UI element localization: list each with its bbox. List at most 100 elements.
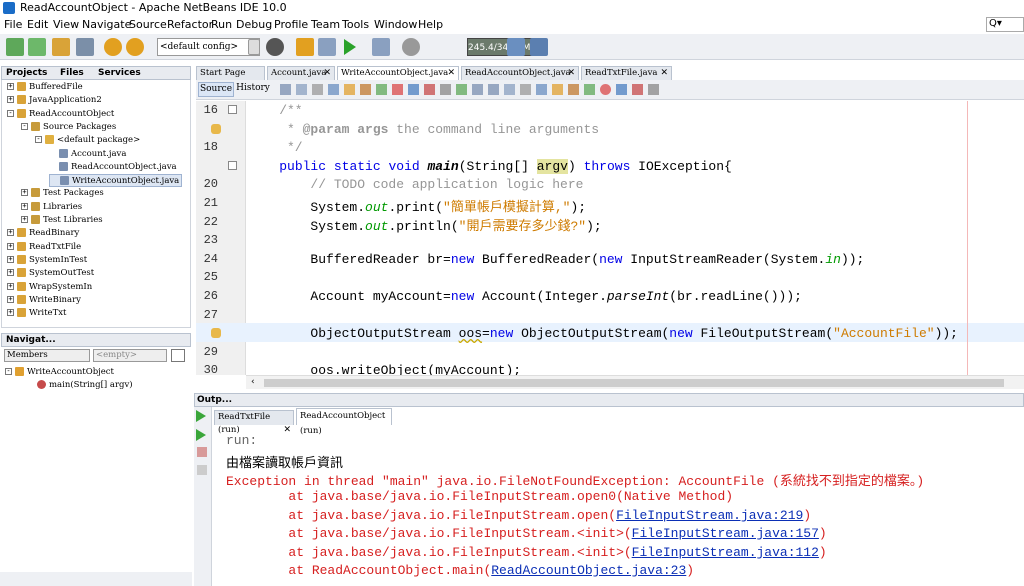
tab-files[interactable]: Files [60,68,84,78]
stack-link[interactable]: FileInputStream.java:157 [632,526,819,541]
code-line[interactable]: */ [248,140,303,155]
save-all-icon[interactable] [76,38,94,56]
source-tab[interactable]: Source [198,82,234,97]
editor-tool-icon[interactable] [568,84,579,95]
code-line[interactable]: ObjectOutputStream oos=new ObjectOutputS… [248,326,958,341]
quick-search-input[interactable]: Q▾ [986,17,1024,32]
tree-item[interactable]: ReadAccountObject.java [49,161,177,174]
tree-item[interactable]: + Libraries [21,201,82,214]
tree-item[interactable]: + ReadBinary [7,227,79,240]
editor-tool-icon[interactable] [632,84,643,95]
code-line[interactable]: System.out.print("簡單帳戶模擬計算,"); [248,196,586,215]
expand-toggle-icon[interactable]: + [7,309,14,317]
code-line[interactable]: Account myAccount=new Account(Integer.pa… [248,289,802,304]
editor-tool-icon[interactable] [552,84,563,95]
editor-tool-icon[interactable] [360,84,371,95]
menu-file[interactable]: File [4,18,22,31]
editor-tool-icon[interactable] [472,84,483,95]
editor-tool-icon[interactable] [296,84,307,95]
tree-item[interactable]: - ReadAccountObject [7,108,114,121]
tree-item[interactable]: + JavaApplication2 [7,94,102,107]
build-icon[interactable] [296,38,314,56]
expand-toggle-icon[interactable]: - [21,122,28,130]
tree-item[interactable]: + SystemOutTest [7,267,94,280]
code-line[interactable]: public static void main(String[] argv) t… [248,158,732,174]
code-line[interactable]: * @param args the command line arguments [248,122,599,137]
expand-toggle-icon[interactable]: + [21,189,28,197]
fold-toggle-icon[interactable] [228,105,237,114]
tree-item[interactable]: Account.java [49,148,126,161]
menu-team[interactable]: Team [311,18,340,31]
profile-ide-icon[interactable] [530,38,548,56]
expand-toggle-icon[interactable]: + [7,229,14,237]
output-tab-readtxtfile[interactable]: ReadTxtFile (run) ✕ [214,410,294,435]
redo-icon[interactable] [126,38,144,56]
profile-icon[interactable] [402,38,420,56]
config-select[interactable]: <default config> [157,38,260,56]
expand-toggle-icon[interactable]: + [7,269,14,277]
tab-services[interactable]: Services [98,68,141,78]
tree-item[interactable]: + Test Packages [21,187,104,200]
navigator-filter-select[interactable]: <empty> [93,349,167,362]
editor-tool-icon[interactable] [504,84,515,95]
undo-icon[interactable] [104,38,122,56]
menu-source[interactable]: Source [129,18,167,31]
configure-icon[interactable] [266,38,284,56]
tree-item[interactable]: + ReadTxtFile [7,241,81,254]
members-select[interactable]: Members [4,349,90,362]
editor-tab-start-page[interactable]: Start Page [196,66,265,80]
editor-tool-icon[interactable] [584,84,595,95]
close-icon[interactable]: ✕ [567,67,575,80]
code-line[interactable]: BufferedReader br=new BufferedReader(new… [248,252,864,267]
rerun-with-args-icon[interactable] [196,429,206,441]
editor-tool-icon[interactable] [424,84,435,95]
menu-help[interactable]: Help [418,18,443,31]
menu-view[interactable]: View [53,18,79,31]
navigator-root[interactable]: - WriteAccountObject [5,366,114,379]
editor-tab-account[interactable]: Account.java ✕ [267,66,335,80]
gc-icon[interactable] [507,38,525,56]
editor-tool-icon[interactable] [488,84,499,95]
editor-tool-icon[interactable] [616,84,627,95]
output-tab-readaccountobject[interactable]: ReadAccountObject (run) [296,408,392,436]
editor-tool-icon[interactable] [536,84,547,95]
editor-tool-icon[interactable] [408,84,419,95]
tree-item[interactable]: + BufferedFile [7,81,83,94]
editor-tool-icon[interactable] [328,84,339,95]
tree-item[interactable]: - Source Packages [21,121,116,134]
stack-link[interactable]: FileInputStream.java:219 [616,508,803,523]
collapse-toggle-icon[interactable]: - [5,368,12,375]
close-icon[interactable]: ✕ [447,67,455,80]
editor-tab-writeaccountobject[interactable]: WriteAccountObject.java ✕ [337,66,459,80]
fold-toggle-icon[interactable] [228,160,237,170]
hint-bulb-icon[interactable] [211,123,221,134]
editor-tool-icon[interactable] [440,84,451,95]
expand-toggle-icon[interactable]: + [7,282,14,290]
tree-item[interactable]: + WriteTxt [7,307,66,320]
expand-toggle-icon[interactable]: + [21,202,28,210]
navigator-options-icon[interactable] [171,349,185,362]
stop-icon[interactable] [197,447,207,457]
new-project-icon[interactable] [28,38,46,56]
expand-toggle-icon[interactable]: + [7,242,14,250]
menu-run[interactable]: Run [211,18,232,31]
scroll-thumb[interactable] [264,379,1004,387]
editor-tab-readaccountobject[interactable]: ReadAccountObject.java ✕ [461,66,579,80]
navigator-method[interactable]: main(String[] argv) [37,379,133,392]
clean-build-icon[interactable] [318,38,336,56]
editor-tool-icon[interactable] [520,84,531,95]
editor-tab-readtxtfile[interactable]: ReadTxtFile.java ✕ [581,66,672,80]
menu-edit[interactable]: Edit [27,18,48,31]
tree-item[interactable]: WriteAccountObject.java [49,174,183,188]
expand-toggle-icon[interactable]: - [35,136,42,144]
expand-toggle-icon[interactable]: + [7,83,14,90]
run-icon[interactable] [344,39,356,55]
hint-bulb-icon[interactable] [211,328,221,339]
tree-item[interactable]: - <default package> [35,134,140,147]
close-icon[interactable]: ✕ [283,424,291,437]
settings-icon[interactable] [197,465,207,475]
rerun-icon[interactable] [196,410,206,422]
menu-debug[interactable]: Debug [236,18,272,31]
menu-navigate[interactable]: Navigate [82,18,131,31]
tree-item[interactable]: + Test Libraries [21,214,103,227]
